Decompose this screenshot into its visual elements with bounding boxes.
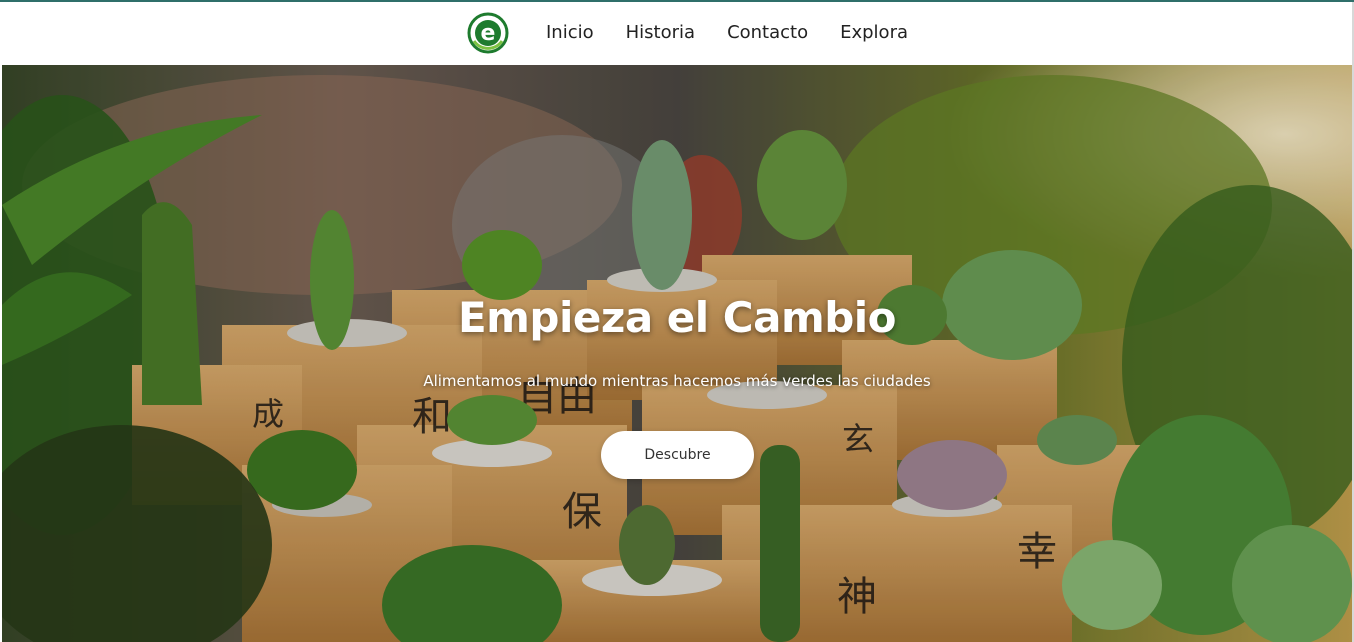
hero-overlay [2, 65, 1352, 642]
discover-button[interactable]: Descubre [601, 431, 754, 479]
hero-section: 自由 和 成 保 幸 神 玄 Empieza el Cambio Aliment… [2, 65, 1352, 642]
navbar-inner: e Inicio Historia Contacto Explora [466, 11, 908, 55]
nav-link-inicio[interactable]: Inicio [546, 21, 594, 45]
hero-title: Empieza el Cambio [457, 293, 897, 342]
main-menu: Inicio Historia Contacto Explora [546, 21, 908, 45]
nav-link-contacto[interactable]: Contacto [727, 21, 808, 45]
nav-link-explora[interactable]: Explora [840, 21, 908, 45]
nav-link-historia[interactable]: Historia [626, 21, 695, 45]
navbar: e Inicio Historia Contacto Explora [0, 2, 1354, 65]
hero-subtitle: Alimentamos al mundo mientras hacemos má… [423, 372, 931, 390]
brand-logo-icon[interactable]: e [466, 11, 510, 55]
page: e Inicio Historia Contacto Explora 自由 和 … [0, 0, 1354, 642]
brand-logo-letter: e [481, 21, 496, 46]
